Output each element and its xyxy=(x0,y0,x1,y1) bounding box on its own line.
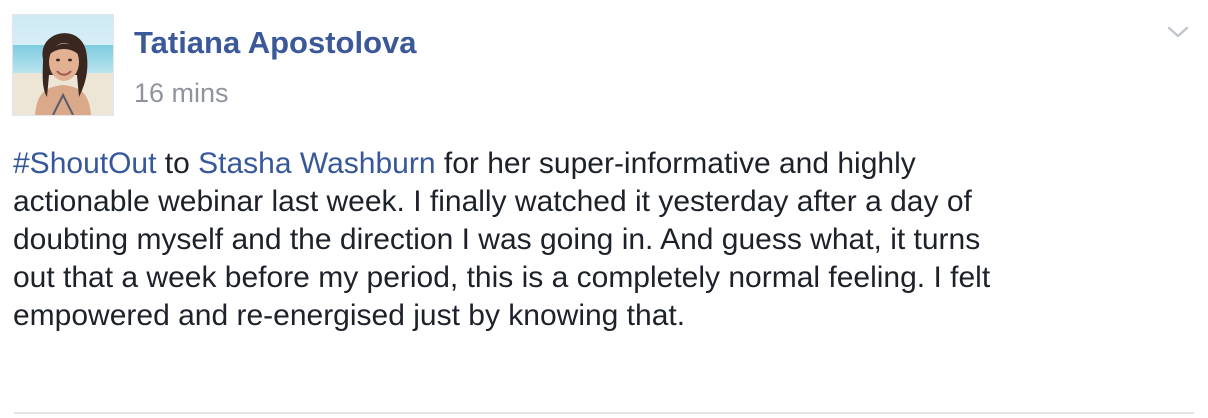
post-body-line-2: actionable webinar last week. I finally … xyxy=(13,185,972,218)
chevron-down-icon[interactable] xyxy=(1164,22,1192,42)
avatar[interactable] xyxy=(12,14,114,116)
post-body-line-3: doubting myself and the direction I was … xyxy=(13,223,981,256)
mention-link[interactable]: Stasha Washburn xyxy=(198,147,435,180)
post-timestamp[interactable]: 16 mins xyxy=(134,76,229,110)
post-body: #ShoutOut to Stasha Washburn for her sup… xyxy=(13,145,1193,335)
post-body-line-5: empowered and re-energised just by knowi… xyxy=(13,299,686,332)
post-body-line-4: out that a week before my period, this i… xyxy=(13,261,991,294)
post-body-line-1: #ShoutOut to Stasha Washburn for her sup… xyxy=(13,145,1193,183)
avatar-photo xyxy=(13,15,113,115)
post-text-line1-rest: for her super-informative and highly xyxy=(443,147,916,180)
divider xyxy=(14,412,1194,414)
hashtag-link[interactable]: #ShoutOut xyxy=(13,147,156,180)
chevron-down-icon-glyph xyxy=(1167,26,1189,38)
facebook-post: Tatiana Apostolova 16 mins #ShoutOut to … xyxy=(0,0,1208,418)
author-name[interactable]: Tatiana Apostolova xyxy=(134,23,416,63)
post-text-to: to xyxy=(164,147,190,180)
